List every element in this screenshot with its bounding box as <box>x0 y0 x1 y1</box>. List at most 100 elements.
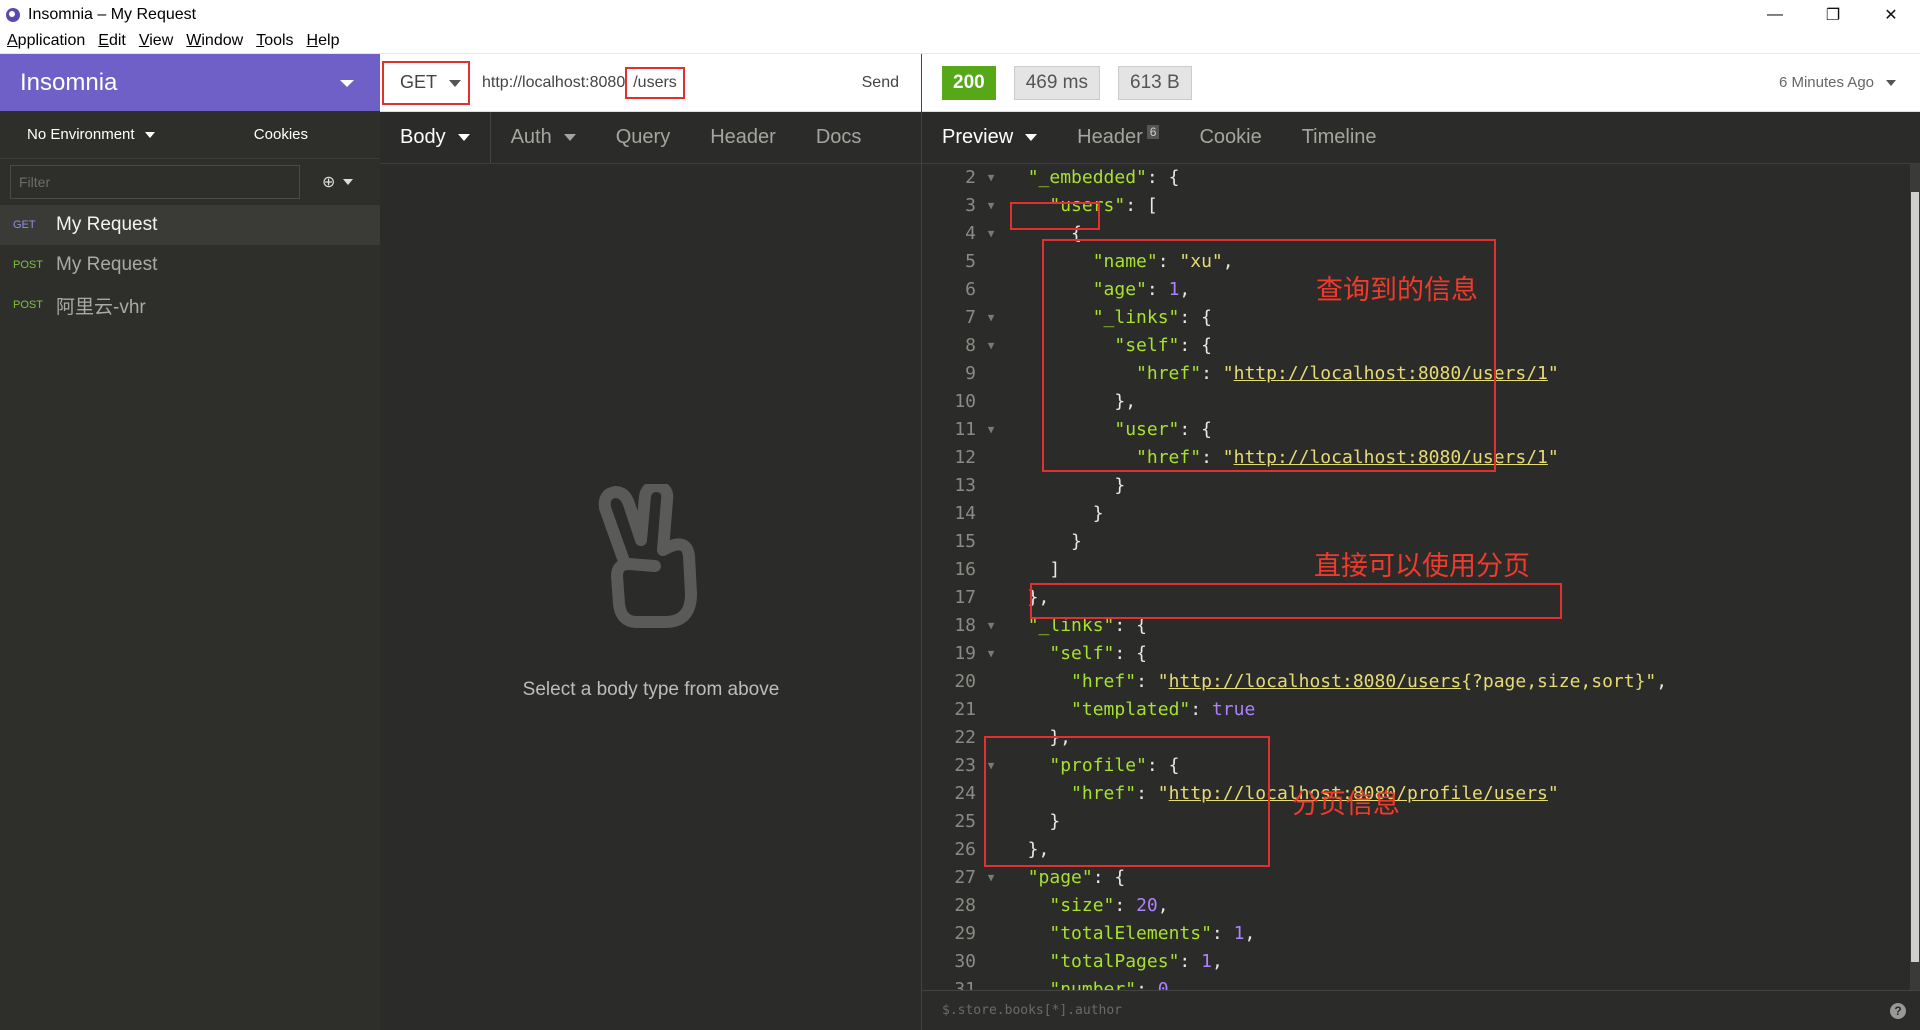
menu-bar: Application Edit View Window Tools Help <box>0 29 1920 54</box>
code-token: " <box>1547 447 1559 468</box>
workspace-menu[interactable]: Insomnia <box>0 54 380 111</box>
code-token: : [ <box>1125 195 1158 216</box>
add-request-button[interactable]: ⊕ <box>322 172 354 192</box>
url-path: /users <box>625 66 685 99</box>
menu-help[interactable]: Help <box>307 32 340 50</box>
line-number: 23 <box>954 755 976 776</box>
code-text: } <box>1006 528 1082 556</box>
send-button[interactable]: Send <box>862 74 899 92</box>
window-controls: — ❐ ✕ <box>1746 0 1920 29</box>
line-number: 12 <box>954 447 976 468</box>
request-item[interactable]: POST 阿里云-vhr <box>0 285 380 325</box>
tab-timeline[interactable]: Timeline <box>1282 112 1397 163</box>
fold-toggle-icon[interactable]: ▼ <box>976 304 1006 332</box>
code-token: "self" <box>1049 643 1115 664</box>
chevron-down-icon <box>457 134 470 141</box>
response-filter-hint: $.store.books[*].author <box>942 1003 1123 1018</box>
fold-toggle-icon[interactable]: ▼ <box>976 332 1006 360</box>
code-text: "templated": true <box>1006 696 1255 724</box>
tab-query[interactable]: Query <box>596 112 690 163</box>
url-input[interactable]: http://localhost:8080/users <box>482 66 685 99</box>
code-token: 1 <box>1201 951 1212 972</box>
line-number: 26 <box>954 839 976 860</box>
scrollbar-thumb[interactable] <box>1911 192 1919 962</box>
help-icon[interactable]: ? <box>1890 1003 1906 1019</box>
scrollbar[interactable] <box>1910 164 1920 994</box>
method-dropdown[interactable]: GET <box>382 60 470 105</box>
line-number: 3 <box>965 195 976 216</box>
chevron-down-icon <box>343 179 354 185</box>
cookies-button[interactable]: Cookies <box>254 126 308 143</box>
code-token: : { <box>1092 867 1126 888</box>
title-bar: Insomnia – My Request — ❐ ✕ <box>0 0 1920 29</box>
request-item[interactable]: GET My Request <box>0 205 380 245</box>
code-token: } <box>1006 475 1126 496</box>
tab-response-header[interactable]: Header 6 <box>1057 112 1179 163</box>
fold-toggle-icon[interactable]: ▼ <box>976 612 1006 640</box>
response-tabs: Preview Header 6 Cookie Timeline <box>922 112 1920 164</box>
response-size-badge: 613 B <box>1118 65 1192 100</box>
annotation-paging-info: 分页信息 <box>1292 789 1400 820</box>
chevron-down-icon <box>1886 79 1896 86</box>
menu-application[interactable]: Application <box>7 32 85 50</box>
tab-cookie[interactable]: Cookie <box>1179 112 1281 163</box>
fold-toggle-icon[interactable]: ▼ <box>976 220 1006 248</box>
fold-toggle-icon <box>976 248 1006 276</box>
menu-view[interactable]: View <box>139 32 173 50</box>
code-token: : <box>1114 895 1137 916</box>
line-number: 5 <box>965 251 976 272</box>
code-text: "self": { <box>1006 640 1147 668</box>
tab-label: Docs <box>815 126 862 148</box>
filter-input[interactable] <box>10 165 300 199</box>
menu-edit[interactable]: Edit <box>98 32 126 50</box>
history-dropdown[interactable]: 6 Minutes Ago <box>1779 74 1896 91</box>
line-number: 13 <box>954 475 976 496</box>
code-token: "_embedded" <box>1027 167 1147 188</box>
url-bar: GET http://localhost:8080/users Send <box>380 54 921 112</box>
code-token: " <box>1547 363 1559 384</box>
fold-toggle-icon[interactable]: ▼ <box>976 192 1006 220</box>
tab-header[interactable]: Header <box>690 112 796 163</box>
line-number: 25 <box>954 811 976 832</box>
request-item[interactable]: POST My Request <box>0 245 380 285</box>
restore-button[interactable]: ❐ <box>1804 0 1862 29</box>
code-token: , <box>1157 895 1169 916</box>
line-number: 6 <box>965 279 976 300</box>
fold-toggle-icon[interactable]: ▼ <box>976 416 1006 444</box>
close-button[interactable]: ✕ <box>1862 0 1920 29</box>
method-badge: GET <box>13 219 36 231</box>
tab-auth[interactable]: Auth <box>491 112 596 163</box>
url-link[interactable]: http://localhost:8080/users <box>1169 671 1462 692</box>
annotation-queried-info: 查询到的信息 <box>1316 275 1478 306</box>
code-line: 28 "size": 20, <box>922 892 1920 920</box>
line-number: 20 <box>954 671 976 692</box>
line-number: 22 <box>954 727 976 748</box>
fold-toggle-icon[interactable]: ▼ <box>976 164 1006 192</box>
minimize-button[interactable]: — <box>1746 0 1804 29</box>
highlight-users-key <box>1010 202 1100 230</box>
chevron-down-icon <box>340 80 354 87</box>
fold-toggle-icon[interactable]: ▼ <box>976 640 1006 668</box>
menu-window[interactable]: Window <box>186 32 243 50</box>
tab-label: Timeline <box>1301 126 1377 148</box>
code-token: : <box>1211 923 1234 944</box>
line-number: 2 <box>965 167 976 188</box>
fold-toggle-icon <box>976 948 1006 976</box>
fold-toggle-icon <box>976 920 1006 948</box>
tab-docs[interactable]: Docs <box>796 112 882 163</box>
fold-toggle-icon <box>976 696 1006 724</box>
tab-preview[interactable]: Preview <box>922 112 1057 163</box>
empty-body-state: Select a body type from above <box>380 480 922 701</box>
fold-toggle-icon <box>976 360 1006 388</box>
fold-toggle-icon <box>976 528 1006 556</box>
line-number: 4 <box>965 223 976 244</box>
code-token: } <box>1006 503 1104 524</box>
environment-dropdown[interactable]: No Environment <box>27 126 155 143</box>
menu-tools[interactable]: Tools <box>256 32 293 50</box>
tab-body[interactable]: Body <box>380 112 491 163</box>
response-filter-bar[interactable]: $.store.books[*].author ? <box>922 990 1920 1030</box>
line-number: 8 <box>965 335 976 356</box>
fold-toggle-icon[interactable]: ▼ <box>976 864 1006 892</box>
